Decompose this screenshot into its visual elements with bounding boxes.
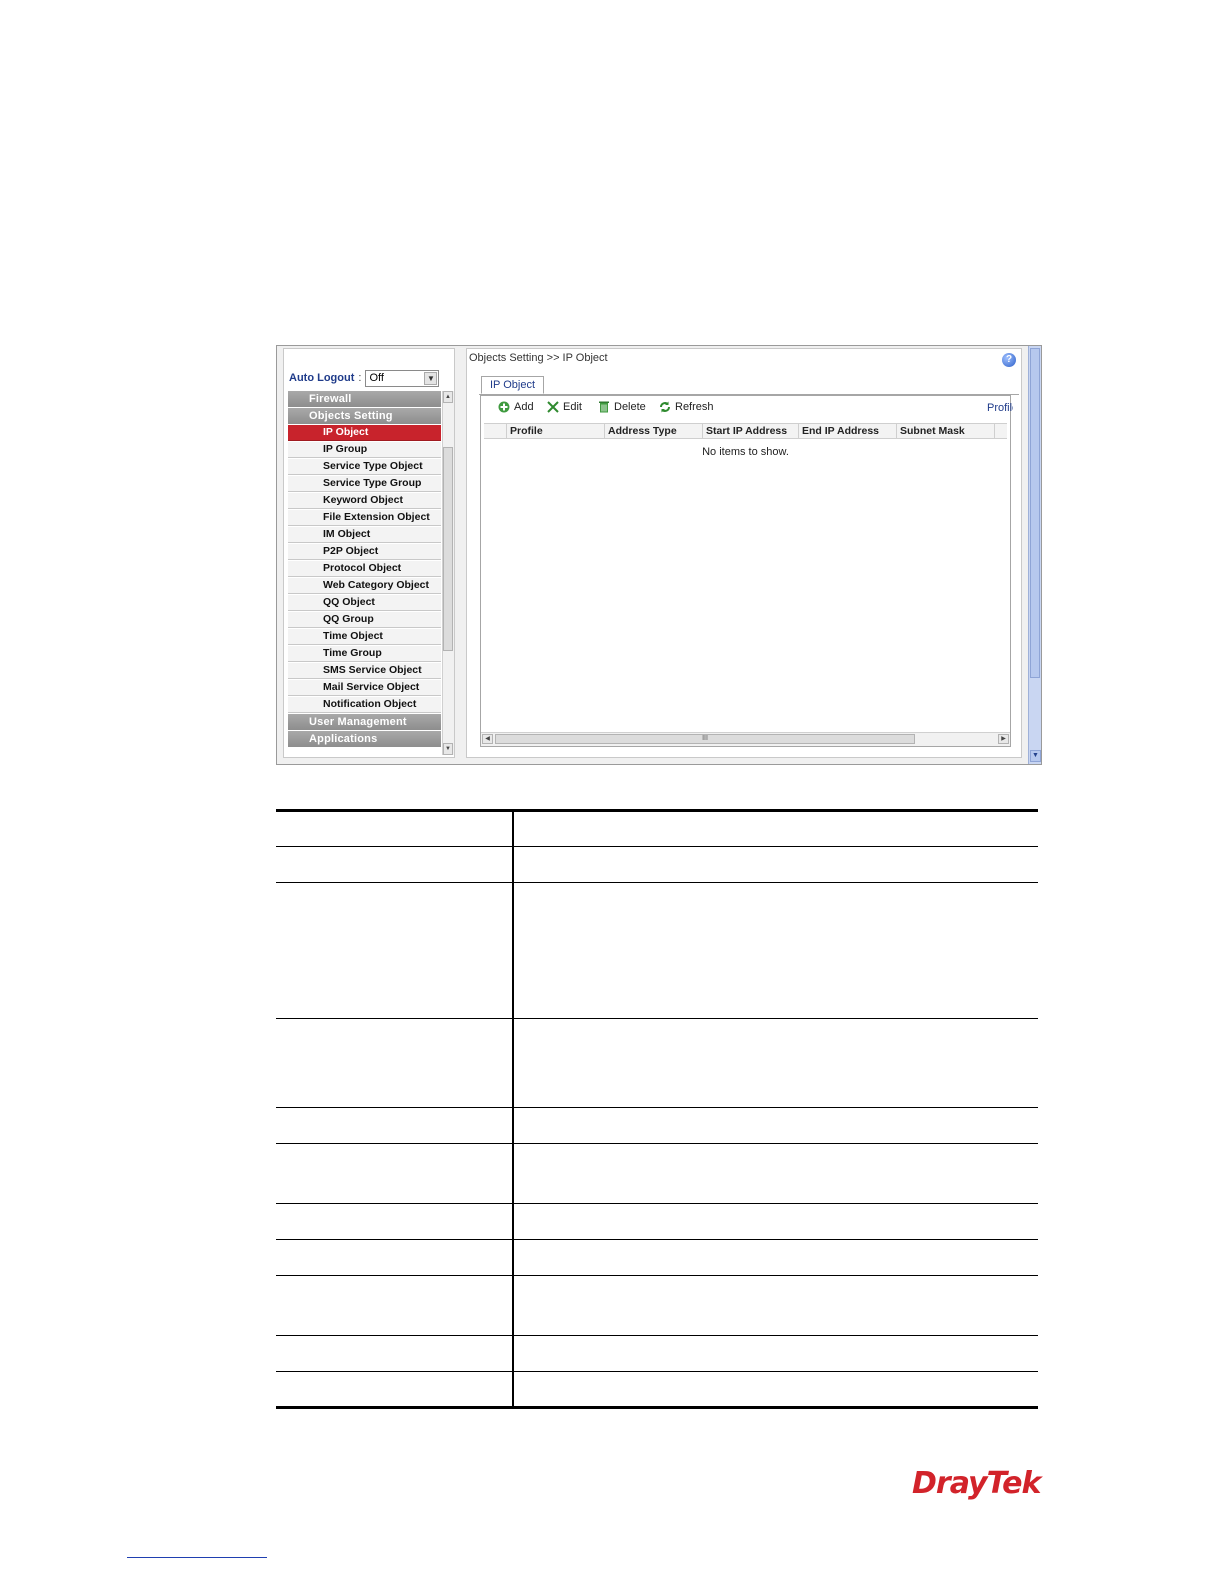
menu-item-time-object[interactable]: Time Object (288, 629, 441, 645)
table-row (276, 1018, 1038, 1108)
table-row (276, 1275, 1038, 1336)
tab-ip-object[interactable]: IP Object (481, 376, 545, 394)
refresh-button[interactable]: Refresh (659, 401, 714, 413)
menu-item-protocol-object[interactable]: Protocol Object (288, 561, 441, 577)
add-button[interactable]: Add (498, 401, 534, 413)
edit-button[interactable]: Edit (547, 401, 582, 413)
add-icon (498, 401, 510, 413)
table-row (276, 846, 1038, 883)
scroll-down-arrow-icon[interactable]: ▼ (443, 743, 453, 755)
column-header-subnet-mask[interactable]: Subnet Mask (896, 424, 994, 439)
scroll-right-arrow-icon[interactable]: ▶ (998, 734, 1009, 744)
auto-logout-value: Off (369, 372, 384, 384)
menu-category-applications[interactable]: Applications (288, 731, 441, 747)
grid-header: Profile Address Type Start IP Address En… (484, 423, 1007, 439)
auto-logout-row: Auto Logout : Off ▼ (289, 369, 440, 387)
column-header-end-ip[interactable]: End IP Address (798, 424, 896, 439)
menu-category-user-management[interactable]: User Management (288, 714, 441, 730)
content-panel: Objects Setting >> IP Object ? IP Object… (466, 348, 1022, 758)
empty-grid-message: No items to show. (702, 446, 789, 458)
table-row (276, 1143, 1038, 1204)
add-label: Add (514, 401, 534, 413)
tab-strip: IP Object (479, 376, 1019, 395)
menu-item-p2p-object[interactable]: P2P Object (288, 544, 441, 560)
refresh-icon (659, 401, 671, 413)
menu-item-service-type-group[interactable]: Service Type Group (288, 476, 441, 492)
menu-item-time-group[interactable]: Time Group (288, 646, 441, 662)
menu-item-web-category-object[interactable]: Web Category Object (288, 578, 441, 594)
menu-item-file-extension-object[interactable]: File Extension Object (288, 510, 441, 526)
column-header-start-ip[interactable]: Start IP Address (702, 424, 798, 439)
breadcrumb: Objects Setting >> IP Object (469, 352, 608, 364)
scroll-up-arrow-icon[interactable]: ▲ (443, 391, 453, 403)
page-vertical-scrollbar[interactable]: ▼ (1028, 346, 1041, 764)
column-header-profile[interactable]: Profile (506, 424, 604, 439)
table-row (276, 1239, 1038, 1276)
auto-logout-separator: : (358, 372, 362, 384)
chevron-down-icon[interactable]: ▼ (424, 371, 438, 385)
delete-button[interactable]: Delete (598, 401, 646, 413)
scroll-left-arrow-icon[interactable]: ◀ (482, 734, 493, 744)
column-header-select[interactable] (484, 424, 506, 439)
menu-item-ip-object[interactable]: IP Object (288, 425, 441, 441)
left-navigation-panel: Auto Logout : Off ▼ Firewall Objects Sett… (283, 348, 455, 758)
trash-icon (598, 401, 610, 413)
column-header-extra (994, 424, 1007, 439)
auto-logout-label: Auto Logout (289, 372, 355, 384)
menu-item-service-type-object[interactable]: Service Type Object (288, 459, 441, 475)
help-icon[interactable]: ? (1002, 353, 1016, 367)
table-row (276, 1203, 1038, 1240)
menu-item-qq-group[interactable]: QQ Group (288, 612, 441, 628)
grid-scroll-thumb[interactable]: III (495, 734, 915, 744)
grid-body: No items to show. (484, 439, 1007, 729)
refresh-label: Refresh (675, 401, 714, 413)
menu-item-notification-object[interactable]: Notification Object (288, 697, 441, 713)
menu-item-qq-object[interactable]: QQ Object (288, 595, 441, 611)
scroll-down-arrow-icon[interactable]: ▼ (1030, 750, 1041, 762)
grid-toolbar: Add Edit Delete Refresh Profil (481, 396, 1013, 421)
menu-item-im-object[interactable]: IM Object (288, 527, 441, 543)
table-row (276, 1371, 1038, 1409)
menu-item-keyword-object[interactable]: Keyword Object (288, 493, 441, 509)
main-menu: Firewall Objects Setting IP Object IP Group… (288, 391, 441, 757)
router-web-ui-screenshot: Auto Logout : Off ▼ Firewall Objects Sett… (276, 345, 1042, 765)
page-scroll-thumb[interactable] (1030, 348, 1040, 678)
menu-item-ip-group[interactable]: IP Group (288, 442, 441, 458)
edit-label: Edit (563, 401, 582, 413)
menu-item-sms-service-object[interactable]: SMS Service Object (288, 663, 441, 679)
parameter-description-table (276, 809, 1038, 1409)
table-row (276, 882, 1038, 1019)
edit-icon (547, 401, 559, 413)
table-row (276, 1335, 1038, 1372)
menu-scrollbar[interactable]: ▲ ▼ (442, 391, 454, 755)
draytek-logo: DrayTek (912, 1466, 1041, 1501)
table-row (276, 809, 1038, 847)
menu-category-firewall[interactable]: Firewall (288, 391, 441, 407)
auto-logout-select[interactable]: Off ▼ (365, 369, 440, 387)
menu-category-objects-setting[interactable]: Objects Setting (288, 408, 441, 424)
grid-horizontal-scrollbar[interactable]: ◀ III ▶ (481, 732, 1010, 746)
profile-link[interactable]: Profile (987, 402, 1013, 414)
ip-object-grid-panel: Add Edit Delete Refresh Profil Profile A… (480, 395, 1013, 747)
footer-link-underline (127, 1557, 267, 1558)
table-row (276, 1107, 1038, 1144)
column-header-address-type[interactable]: Address Type (604, 424, 702, 439)
menu-scroll-thumb[interactable] (443, 447, 453, 651)
delete-label: Delete (614, 401, 646, 413)
menu-item-mail-service-object[interactable]: Mail Service Object (288, 680, 441, 696)
